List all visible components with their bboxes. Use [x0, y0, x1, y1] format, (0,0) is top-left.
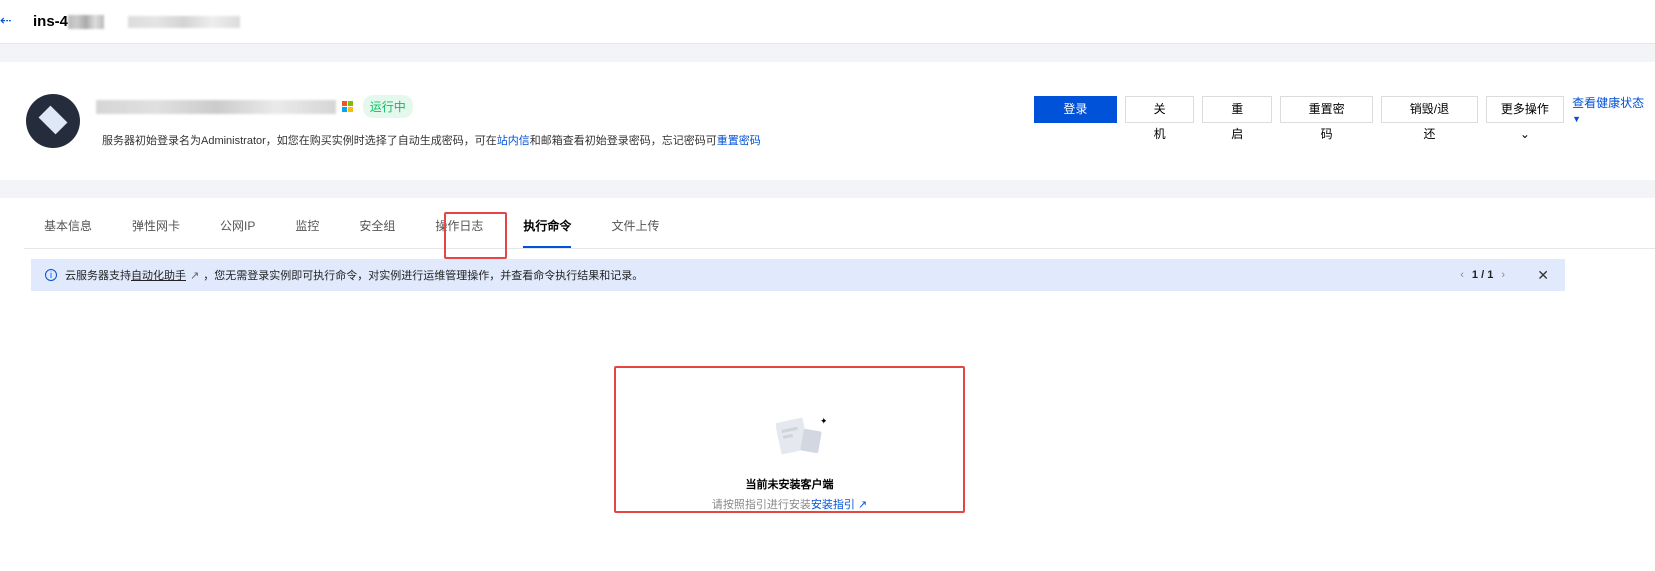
health-status-link[interactable]: 查看健康状态 ▼ [1572, 94, 1655, 125]
status-badge: 运行中 [362, 95, 413, 118]
document-illustration-icon: ✦ [776, 416, 826, 455]
reset-password-button[interactable]: 重置密码 [1280, 96, 1374, 141]
inbox-link[interactable]: 站内信 [497, 135, 530, 147]
chevron-down-icon: ⌄ [1070, 127, 1081, 141]
prev-icon[interactable]: ‹ [1460, 269, 1464, 281]
instance-title: ins-4 [33, 13, 241, 30]
tab-eni[interactable]: 弹性网卡 [132, 198, 180, 248]
instance-name: 运行中 [96, 95, 413, 118]
windows-icon [342, 101, 354, 112]
empty-state: ✦ 当前未安装客户端 请按照指引进行安装安装指引 ↗ [614, 366, 965, 513]
tab-basic-info[interactable]: 基本信息 [44, 198, 92, 248]
instance-header: 运行中 服务器初始登录名为Administrator，如您在购买实例时选择了自动… [0, 62, 1655, 180]
tab-run-command[interactable]: 执行命令 [523, 198, 572, 248]
external-link-icon: ↗ [190, 269, 200, 282]
action-bar: 登录 ⌄ 关机 重启 重置密码 销毁/退还 更多操作 ⌄ 查看健康状态 ▼ [1034, 94, 1655, 141]
empty-title: 当前未安装客户端 [745, 479, 834, 491]
caret-down-icon: ▼ [1572, 114, 1582, 124]
empty-hint: 请按照指引进行安装安装指引 ↗ [711, 499, 868, 511]
login-button[interactable]: 登录 ⌄ [1034, 96, 1117, 141]
login-description: 服务器初始登录名为Administrator，如您在购买实例时选择了自动生成密码… [102, 135, 761, 147]
external-link-icon: ↗ [857, 499, 868, 511]
destroy-button[interactable]: 销毁/退还 [1381, 96, 1478, 141]
info-icon: i [45, 269, 57, 281]
top-bar: ⇠ ins-4 [0, 0, 1655, 44]
reset-password-link[interactable]: 重置密码 [717, 135, 761, 147]
next-icon[interactable]: › [1501, 269, 1505, 281]
highlight-box [444, 212, 507, 259]
tab-file-upload[interactable]: 文件上传 [611, 198, 659, 248]
restart-button[interactable]: 重启 [1202, 96, 1273, 141]
shutdown-button[interactable]: 关机 [1124, 96, 1195, 141]
more-actions-button[interactable]: 更多操作 ⌄ [1485, 96, 1565, 141]
chevron-down-icon: ⌄ [1519, 127, 1530, 141]
info-banner: i 云服务器支持 自动化助手 ↗ ，您无需登录实例即可执行命令，对实例进行运维管理操作… [31, 259, 1565, 291]
instance-avatar [26, 94, 80, 148]
tab-bar: 基本信息 弹性网卡 公网IP 监控 安全组 操作日志 执行命令 文件上传 [24, 198, 1655, 249]
arrow-left-icon[interactable]: ⇠ [0, 12, 12, 29]
install-guide-link[interactable]: 安装指引 [811, 499, 855, 511]
svg-text:✦: ✦ [820, 416, 826, 426]
tab-security-group[interactable]: 安全组 [359, 198, 395, 248]
tab-monitoring[interactable]: 监控 [295, 198, 319, 248]
tab-public-ip[interactable]: 公网IP [220, 198, 255, 248]
close-icon[interactable]: ✕ [1537, 267, 1549, 284]
automation-assistant-link[interactable]: 自动化助手 [131, 267, 186, 283]
banner-pager: ‹ 1 / 1 › [1460, 269, 1505, 281]
